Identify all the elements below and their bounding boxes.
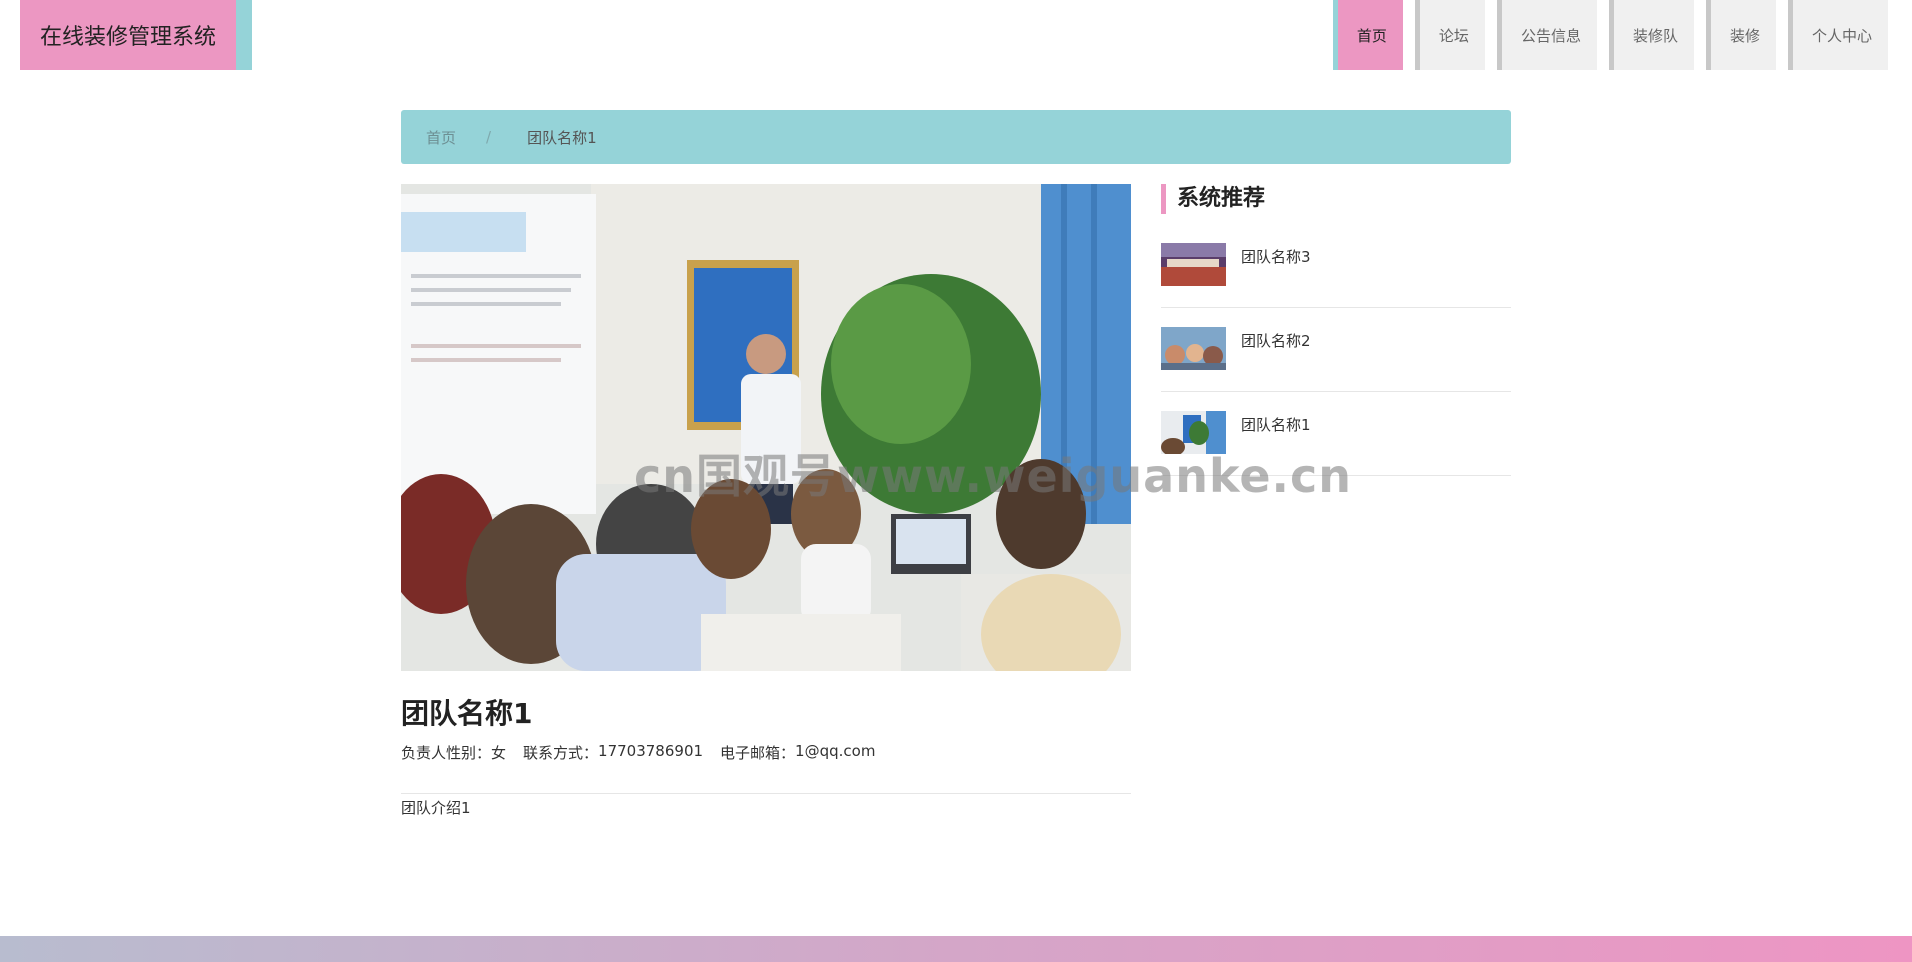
recommend-list: 团队名称3 团队名称2 团队名称1 (1161, 224, 1511, 476)
nav-personal-center[interactable]: 个人中心 (1787, 0, 1888, 70)
recommend-label[interactable]: 团队名称2 (1241, 330, 1311, 351)
site-logo[interactable]: 在线装修管理系统 (20, 0, 237, 70)
recommend-label[interactable]: 团队名称1 (1241, 414, 1311, 435)
team-meta: 负责人性别： 女 联系方式： 17703786901 电子邮箱： 1@qq.co… (401, 742, 875, 763)
gender-value: 女 (491, 744, 507, 762)
email-label: 电子邮箱： (720, 744, 796, 762)
logo-accent-bar (236, 0, 253, 70)
team-intro: 团队介绍1 (401, 799, 471, 817)
recommend-item[interactable]: 团队名称3 (1161, 224, 1511, 308)
recommend-title: 系统推荐 (1161, 184, 1265, 214)
team-title: 团队名称1 (401, 697, 533, 730)
recommend-thumbnail[interactable] (1161, 243, 1226, 286)
breadcrumb-separator: / (486, 128, 492, 146)
watermark-text: cn国观号www.weiguanke.cn (634, 449, 1353, 503)
breadcrumb-current: 团队名称1 (527, 128, 597, 147)
contact-value: 17703786901 (598, 742, 704, 760)
nav-forum[interactable]: 论坛 (1414, 0, 1485, 70)
nav-teams[interactable]: 装修队 (1608, 0, 1694, 70)
recommend-thumbnail[interactable] (1161, 327, 1226, 370)
nav-decoration[interactable]: 装修 (1705, 0, 1776, 70)
breadcrumb: 首页 / 团队名称1 (401, 110, 1511, 164)
team-main-photo (401, 184, 1131, 671)
top-navigation: 首页 论坛 公告信息 装修队 装修 个人中心 (1332, 0, 1888, 70)
recommend-item[interactable]: 团队名称2 (1161, 308, 1511, 392)
gender-label: 负责人性别： (401, 744, 492, 762)
contact-label: 联系方式： (523, 744, 599, 762)
footer-gradient-bar (0, 936, 1912, 962)
recommend-label[interactable]: 团队名称3 (1241, 246, 1311, 267)
nav-home[interactable]: 首页 (1332, 0, 1403, 70)
logo-area: 在线装修管理系统 (20, 0, 253, 70)
breadcrumb-home-link[interactable]: 首页 (426, 127, 456, 148)
email-value: 1@qq.com (795, 742, 876, 760)
detail-divider (401, 793, 1131, 794)
nav-announcements[interactable]: 公告信息 (1496, 0, 1597, 70)
